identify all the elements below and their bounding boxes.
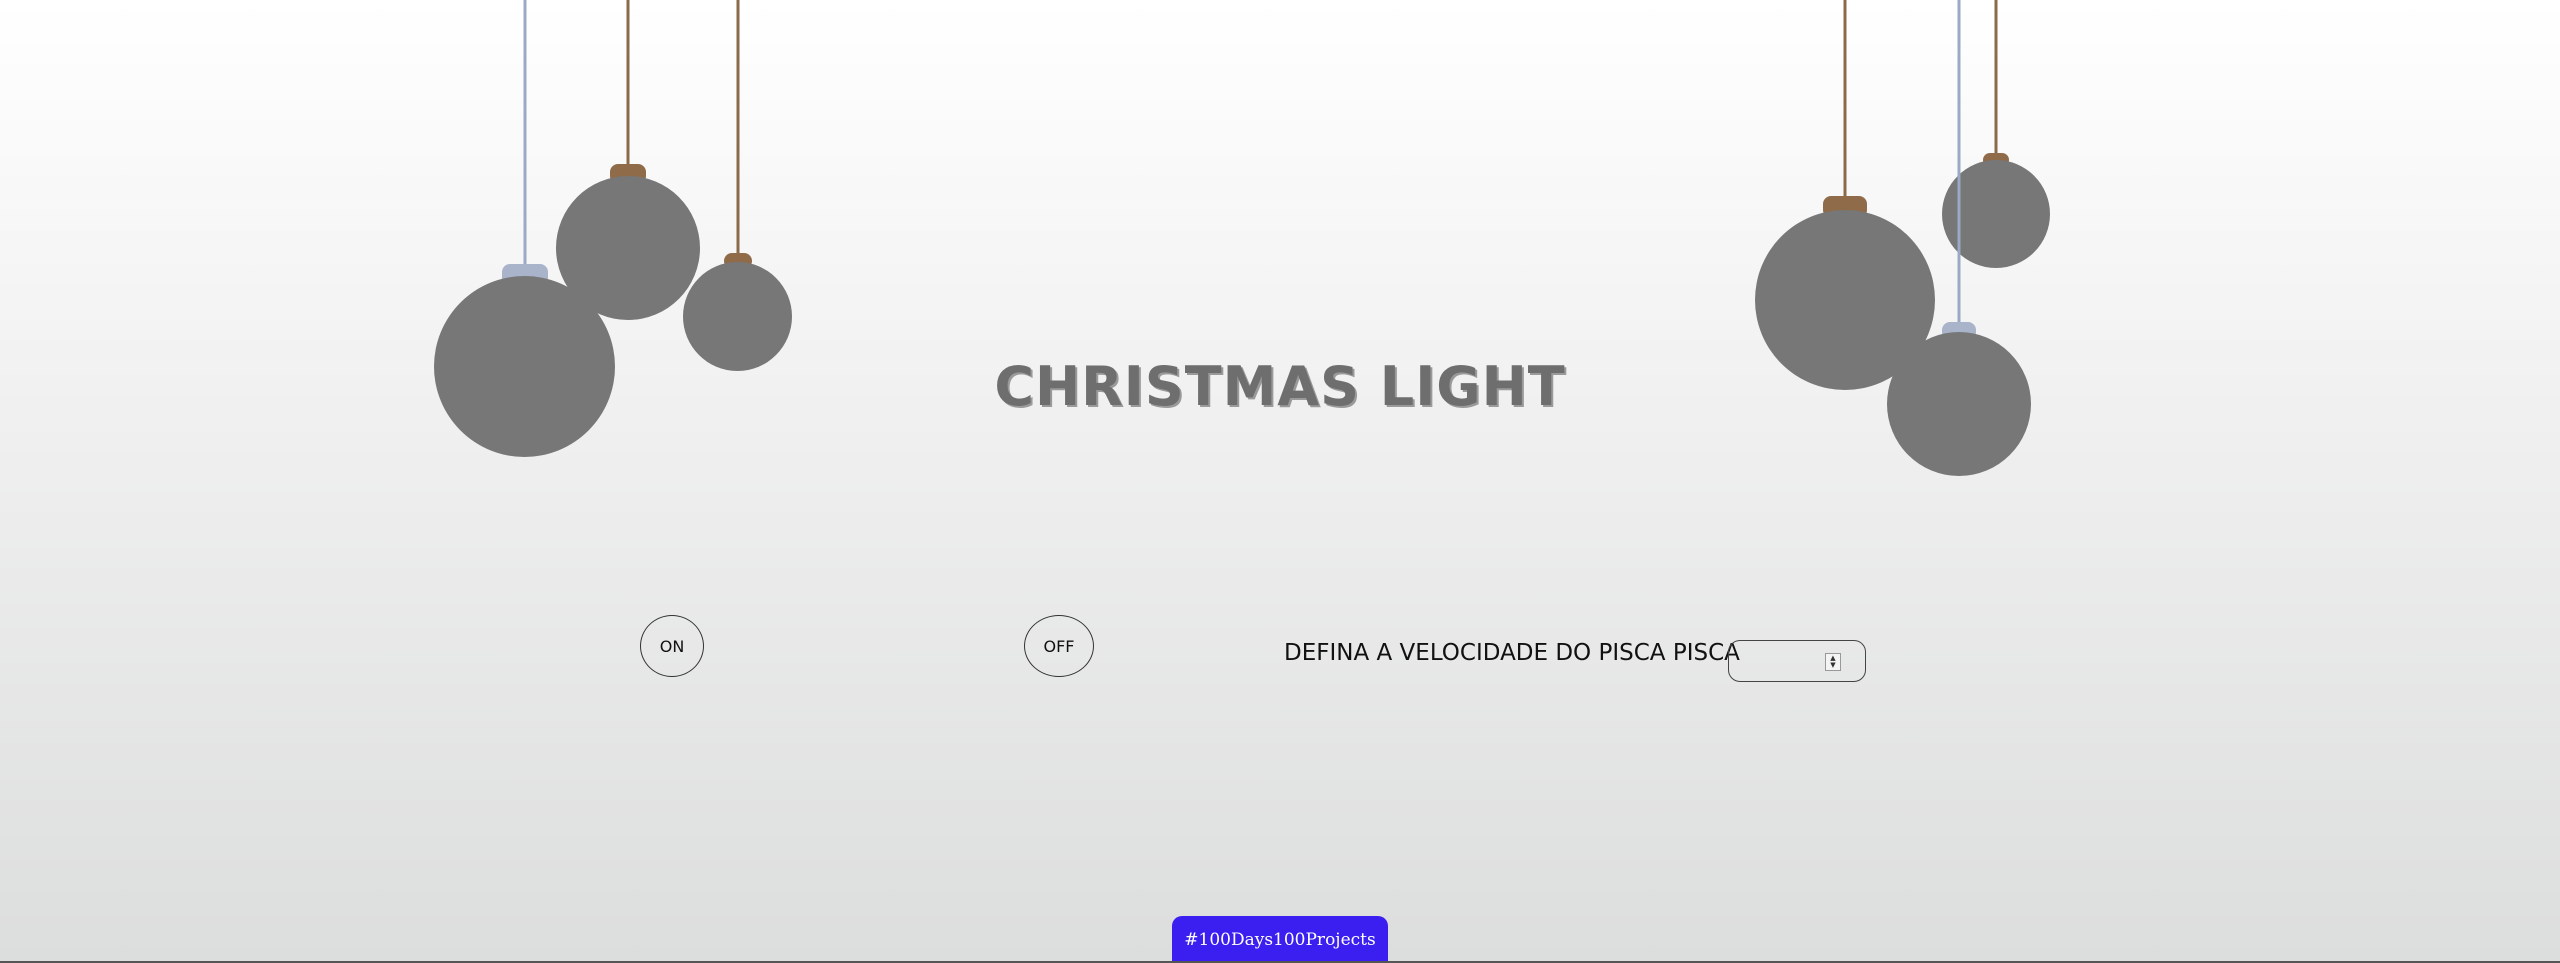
speed-input[interactable] [1737,649,1836,675]
ornament-bulb [556,176,700,320]
speed-label: DEFINA A VELOCIDADE DO PISCA PISCA [1284,640,1740,666]
ornament-string [626,0,630,170]
page-title: CHRISTMAS LIGHT [994,355,1566,418]
speed-input-container: ▲ ▼ [1728,640,1866,682]
ornament-string [1843,0,1847,205]
ornament-string [523,0,526,270]
spinner-down-icon[interactable]: ▼ [1830,662,1835,669]
hundred-days-badge[interactable]: #100Days100Projects [1172,916,1388,963]
on-button[interactable]: ON [640,615,704,677]
ornament-light-2 [556,0,700,320]
ornament-string [736,0,739,260]
ornament-light-3 [683,0,792,371]
number-spinner-icon[interactable]: ▲ ▼ [1825,653,1841,671]
ornament-string [1957,0,1961,328]
off-button[interactable]: OFF [1024,615,1094,677]
